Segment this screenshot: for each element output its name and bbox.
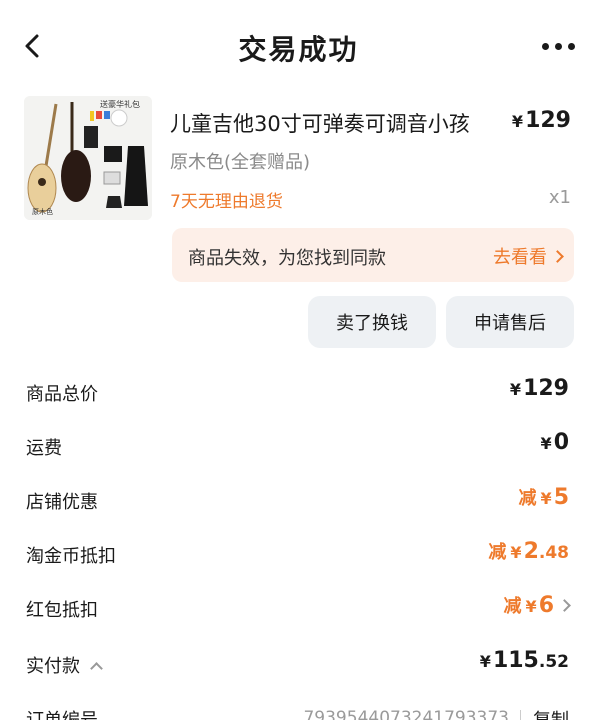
chevron-up-icon	[90, 662, 103, 675]
copy-order-button[interactable]: 复制	[533, 706, 569, 720]
total-price-row: 商品总价 ¥129	[0, 366, 597, 420]
return-policy-badge: 7天无理由退货	[170, 192, 283, 212]
chevron-right-icon	[558, 599, 571, 612]
chevron-right-icon	[551, 250, 564, 263]
total-price-value: ¥129	[509, 376, 569, 401]
red-packet-row[interactable]: 红包抵扣 减 ¥6	[0, 582, 597, 636]
product-price: ¥129	[511, 108, 571, 133]
navigation-bar: 交易成功	[0, 0, 597, 94]
shop-discount-row: 店铺优惠 减 ¥5	[0, 474, 597, 528]
page-title: 交易成功	[238, 33, 359, 66]
product-quantity: x1	[548, 187, 571, 208]
shipping-row: 运费 ¥0	[0, 420, 597, 474]
red-packet-label: 红包抵扣	[26, 600, 98, 621]
similar-item-notice[interactable]: 商品失效，为您找到同款 去看看	[172, 228, 574, 282]
after-sales-button[interactable]: 申请售后	[446, 296, 574, 348]
amount-paid-row[interactable]: 实付款 ¥115.52	[0, 638, 597, 692]
shop-discount-label: 店铺优惠	[26, 492, 98, 513]
amount-paid-value: ¥115.52	[479, 648, 569, 673]
red-packet-value[interactable]: 减 ¥6	[504, 592, 571, 618]
image-banner-text: 送豪华礼包	[100, 99, 140, 109]
shipping-label: 运费	[26, 438, 62, 459]
sell-for-cash-button[interactable]: 卖了换钱	[308, 296, 436, 348]
coins-deduction-label: 淘金币抵扣	[26, 546, 116, 567]
order-number-row: 订单编号 7939544073241793373 复制	[0, 700, 597, 720]
divider	[520, 710, 521, 720]
product-sku: 原木色(全套赠品)	[170, 152, 311, 173]
view-similar-link[interactable]: 去看看	[493, 243, 564, 269]
total-price-label: 商品总价	[26, 384, 98, 405]
more-options-icon[interactable]	[539, 36, 579, 56]
image-color-text: 原木色	[32, 207, 53, 216]
product-title[interactable]: 儿童吉他30寸可弹奏可调音小孩	[170, 108, 470, 138]
product-image[interactable]: 送豪华礼包 原木色	[24, 96, 152, 220]
coins-deduction-value: 减 ¥2.48	[488, 539, 569, 564]
amount-paid-label[interactable]: 实付款	[26, 652, 103, 678]
order-number-value: 7939544073241793373	[303, 708, 509, 720]
shop-discount-value: 减 ¥5	[518, 485, 569, 510]
shipping-value: ¥0	[540, 430, 569, 455]
order-number-label: 订单编号	[26, 706, 98, 720]
notice-text: 商品失效，为您找到同款	[188, 248, 386, 269]
coins-deduction-row: 淘金币抵扣 减 ¥2.48	[0, 528, 597, 582]
